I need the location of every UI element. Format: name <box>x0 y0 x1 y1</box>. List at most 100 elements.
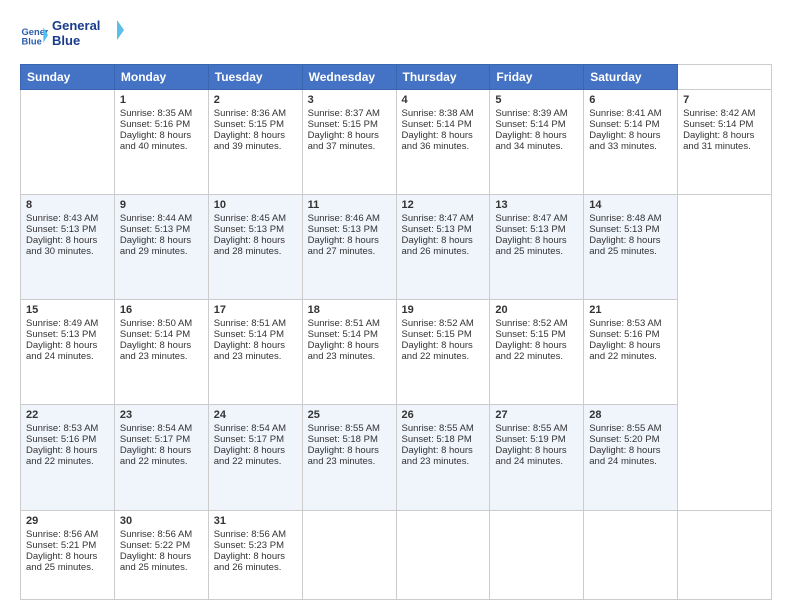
sunset-text: Sunset: 5:14 PM <box>120 329 190 340</box>
sunrise-text: Sunrise: 8:45 AM <box>214 213 286 224</box>
col-header-sunday: Sunday <box>21 64 115 89</box>
sunrise-text: Sunrise: 8:52 AM <box>495 318 567 329</box>
day-number: 28 <box>589 409 672 421</box>
daylight-text: Daylight: 8 hours and 24 minutes. <box>26 340 97 362</box>
calendar-cell: 16Sunrise: 8:50 AMSunset: 5:14 PMDayligh… <box>114 300 208 405</box>
col-header-saturday: Saturday <box>584 64 678 89</box>
day-number: 22 <box>26 409 109 421</box>
calendar-cell: 1Sunrise: 8:35 AMSunset: 5:16 PMDaylight… <box>114 89 208 194</box>
col-header-monday: Monday <box>114 64 208 89</box>
day-number: 23 <box>120 409 203 421</box>
daylight-text: Daylight: 8 hours and 23 minutes. <box>308 445 379 467</box>
daylight-text: Daylight: 8 hours and 24 minutes. <box>495 445 566 467</box>
col-header-thursday: Thursday <box>396 64 490 89</box>
calendar-cell <box>678 510 772 599</box>
calendar-cell: 19Sunrise: 8:52 AMSunset: 5:15 PMDayligh… <box>396 300 490 405</box>
day-number: 15 <box>26 304 109 316</box>
daylight-text: Daylight: 8 hours and 23 minutes. <box>402 445 473 467</box>
sunrise-text: Sunrise: 8:42 AM <box>683 108 755 119</box>
sunrise-text: Sunrise: 8:47 AM <box>495 213 567 224</box>
col-header-friday: Friday <box>490 64 584 89</box>
calendar-cell: 12Sunrise: 8:47 AMSunset: 5:13 PMDayligh… <box>396 194 490 299</box>
daylight-text: Daylight: 8 hours and 34 minutes. <box>495 130 566 152</box>
daylight-text: Daylight: 8 hours and 26 minutes. <box>214 551 285 573</box>
day-number: 21 <box>589 304 672 316</box>
sunset-text: Sunset: 5:13 PM <box>120 224 190 235</box>
calendar-cell <box>584 510 678 599</box>
day-number: 25 <box>308 409 391 421</box>
logo-icon: General Blue <box>20 21 48 49</box>
svg-text:General: General <box>52 18 100 33</box>
calendar-cell: 29Sunrise: 8:56 AMSunset: 5:21 PMDayligh… <box>21 510 115 599</box>
sunrise-text: Sunrise: 8:55 AM <box>402 423 474 434</box>
daylight-text: Daylight: 8 hours and 22 minutes. <box>26 445 97 467</box>
sunrise-text: Sunrise: 8:44 AM <box>120 213 192 224</box>
sunset-text: Sunset: 5:14 PM <box>402 119 472 130</box>
daylight-text: Daylight: 8 hours and 29 minutes. <box>120 235 191 257</box>
sunrise-text: Sunrise: 8:37 AM <box>308 108 380 119</box>
calendar-cell: 20Sunrise: 8:52 AMSunset: 5:15 PMDayligh… <box>490 300 584 405</box>
calendar-cell: 15 Sunrise: 8:49 AMSunset: 5:13 PMDayligh… <box>21 300 115 405</box>
col-header-tuesday: Tuesday <box>208 64 302 89</box>
sunrise-text: Sunrise: 8:35 AM <box>120 108 192 119</box>
sunset-text: Sunset: 5:13 PM <box>308 224 378 235</box>
calendar-cell: 17Sunrise: 8:51 AMSunset: 5:14 PMDayligh… <box>208 300 302 405</box>
day-number: 8 <box>26 199 109 211</box>
day-number: 17 <box>214 304 297 316</box>
sunrise-text: Sunrise: 8:36 AM <box>214 108 286 119</box>
sunset-text: Sunset: 5:16 PM <box>26 434 96 445</box>
day-number: 7 <box>683 94 766 106</box>
day-number: 20 <box>495 304 578 316</box>
svg-text:Blue: Blue <box>22 36 42 46</box>
sunrise-text: Sunrise: 8:46 AM <box>308 213 380 224</box>
calendar-cell: 23Sunrise: 8:54 AMSunset: 5:17 PMDayligh… <box>114 405 208 510</box>
sunrise-text: Sunrise: 8:53 AM <box>26 423 98 434</box>
day-number: 30 <box>120 515 203 527</box>
sunrise-text: Sunrise: 8:55 AM <box>495 423 567 434</box>
calendar-cell: 7Sunrise: 8:42 AMSunset: 5:14 PMDaylight… <box>678 89 772 194</box>
sunset-text: Sunset: 5:15 PM <box>308 119 378 130</box>
sunset-text: Sunset: 5:13 PM <box>26 329 96 340</box>
day-number: 6 <box>589 94 672 106</box>
calendar-cell: 18Sunrise: 8:51 AMSunset: 5:14 PMDayligh… <box>302 300 396 405</box>
daylight-text: Daylight: 8 hours and 22 minutes. <box>589 340 660 362</box>
sunrise-text: Sunrise: 8:52 AM <box>402 318 474 329</box>
day-number: 2 <box>214 94 297 106</box>
day-number: 11 <box>308 199 391 211</box>
day-number: 19 <box>402 304 485 316</box>
calendar-cell: 4Sunrise: 8:38 AMSunset: 5:14 PMDaylight… <box>396 89 490 194</box>
sunrise-text: Sunrise: 8:51 AM <box>308 318 380 329</box>
sunset-text: Sunset: 5:17 PM <box>214 434 284 445</box>
daylight-text: Daylight: 8 hours and 26 minutes. <box>402 235 473 257</box>
sunrise-text: Sunrise: 8:53 AM <box>589 318 661 329</box>
daylight-text: Daylight: 8 hours and 30 minutes. <box>26 235 97 257</box>
calendar-cell: 26Sunrise: 8:55 AMSunset: 5:18 PMDayligh… <box>396 405 490 510</box>
sunrise-text: Sunrise: 8:47 AM <box>402 213 474 224</box>
sunset-text: Sunset: 5:21 PM <box>26 540 96 551</box>
daylight-text: Daylight: 8 hours and 37 minutes. <box>308 130 379 152</box>
calendar-cell: 11Sunrise: 8:46 AMSunset: 5:13 PMDayligh… <box>302 194 396 299</box>
calendar-cell: 9Sunrise: 8:44 AMSunset: 5:13 PMDaylight… <box>114 194 208 299</box>
calendar-cell: 3Sunrise: 8:37 AMSunset: 5:15 PMDaylight… <box>302 89 396 194</box>
col-header-wednesday: Wednesday <box>302 64 396 89</box>
daylight-text: Daylight: 8 hours and 33 minutes. <box>589 130 660 152</box>
daylight-text: Daylight: 8 hours and 23 minutes. <box>308 340 379 362</box>
daylight-text: Daylight: 8 hours and 36 minutes. <box>402 130 473 152</box>
daylight-text: Daylight: 8 hours and 23 minutes. <box>120 340 191 362</box>
day-number: 24 <box>214 409 297 421</box>
daylight-text: Daylight: 8 hours and 24 minutes. <box>589 445 660 467</box>
sunset-text: Sunset: 5:20 PM <box>589 434 659 445</box>
calendar-cell: 2Sunrise: 8:36 AMSunset: 5:15 PMDaylight… <box>208 89 302 194</box>
daylight-text: Daylight: 8 hours and 22 minutes. <box>402 340 473 362</box>
sunset-text: Sunset: 5:23 PM <box>214 540 284 551</box>
sunrise-text: Sunrise: 8:49 AM <box>26 318 98 329</box>
day-number: 10 <box>214 199 297 211</box>
sunrise-text: Sunrise: 8:39 AM <box>495 108 567 119</box>
daylight-text: Daylight: 8 hours and 23 minutes. <box>214 340 285 362</box>
sunset-text: Sunset: 5:15 PM <box>214 119 284 130</box>
calendar-cell: 8Sunrise: 8:43 AMSunset: 5:13 PMDaylight… <box>21 194 115 299</box>
daylight-text: Daylight: 8 hours and 25 minutes. <box>120 551 191 573</box>
sunset-text: Sunset: 5:13 PM <box>214 224 284 235</box>
day-number: 12 <box>402 199 485 211</box>
daylight-text: Daylight: 8 hours and 28 minutes. <box>214 235 285 257</box>
